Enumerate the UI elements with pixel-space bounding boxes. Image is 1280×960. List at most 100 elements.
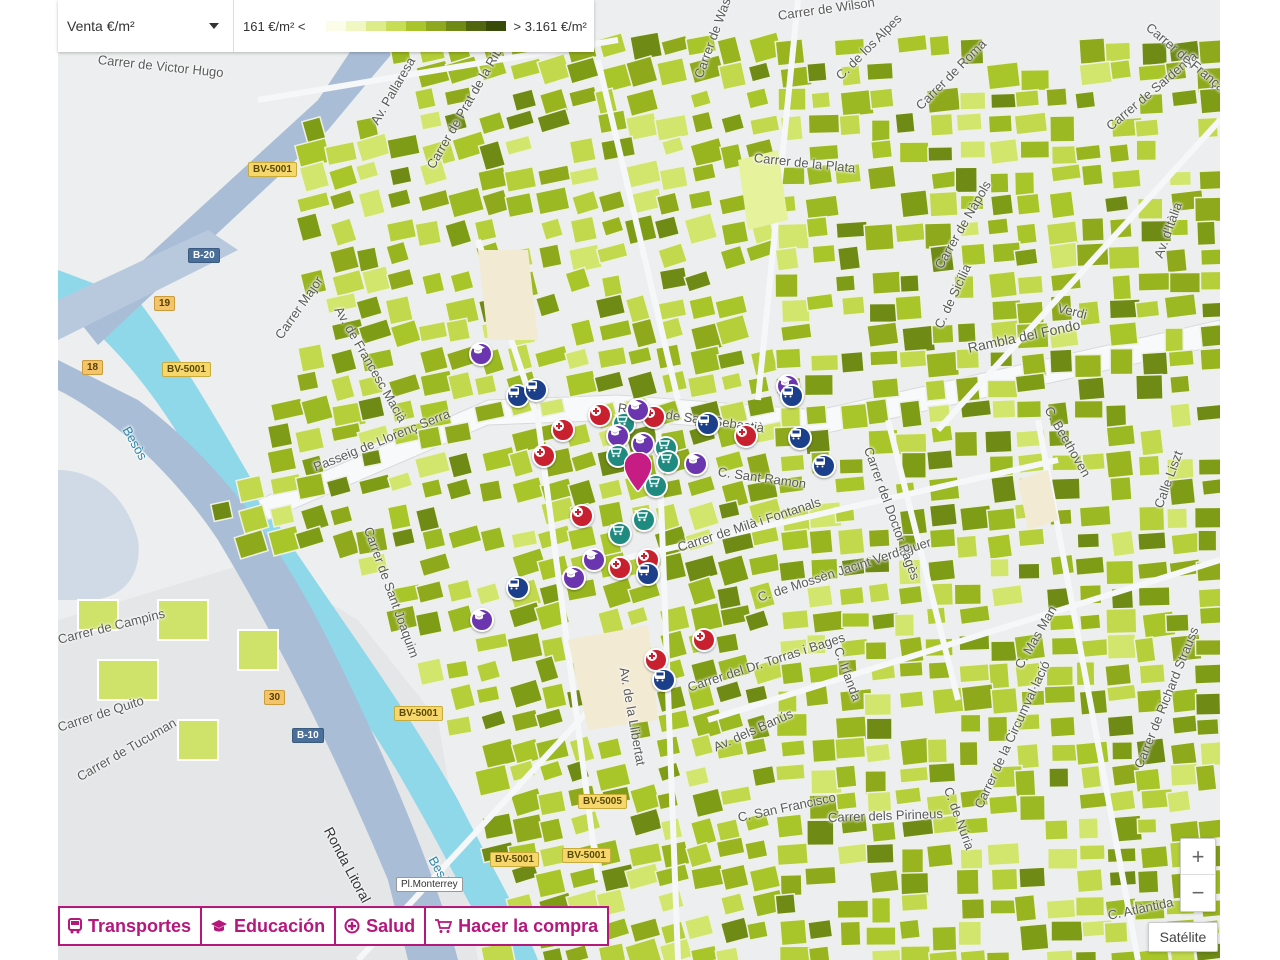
urban-block	[989, 557, 1010, 578]
urban-block	[925, 448, 955, 472]
bus-stop-icon[interactable]	[636, 562, 660, 586]
urban-block	[779, 738, 807, 759]
urban-block	[1105, 683, 1138, 703]
urban-block	[1049, 162, 1083, 183]
urban-block	[985, 506, 1018, 533]
health-center-icon[interactable]	[570, 504, 594, 528]
urban-block	[836, 526, 866, 557]
urban-block	[1197, 529, 1218, 552]
scale-swatch	[365, 21, 386, 31]
urban-block	[868, 302, 899, 324]
school-icon[interactable]	[626, 398, 650, 422]
bus-icon	[68, 918, 82, 934]
urban-block	[927, 761, 957, 784]
urban-block	[1168, 374, 1191, 395]
bus-stop-icon[interactable]	[788, 426, 812, 450]
urban-block	[1134, 373, 1164, 401]
urban-block	[1050, 920, 1084, 942]
urban-block	[266, 421, 294, 450]
urban-block	[931, 925, 958, 952]
road-shield: BV-5001	[490, 852, 539, 867]
transportes-button[interactable]: Transportes	[58, 906, 203, 946]
shop-icon[interactable]	[608, 522, 632, 546]
shop-icon[interactable]	[632, 508, 656, 532]
health-center-icon[interactable]	[608, 556, 632, 580]
school-icon[interactable]	[582, 548, 606, 572]
health-center-icon[interactable]	[532, 444, 556, 468]
health-center-icon[interactable]	[551, 418, 575, 442]
urban-block	[1076, 376, 1107, 402]
bus-stop-icon[interactable]	[506, 576, 530, 600]
urban-block	[568, 136, 598, 165]
urban-block	[235, 474, 266, 504]
urban-block	[743, 838, 769, 862]
bus-stop-icon[interactable]	[812, 454, 836, 478]
urban-block	[803, 373, 835, 397]
map-canvas[interactable]: Carrer de Victor Hugo Av. Pallaresa Carr…	[58, 0, 1220, 960]
school-icon[interactable]	[684, 452, 708, 476]
urban-block	[1169, 762, 1200, 788]
school-icon[interactable]	[470, 608, 494, 632]
educacion-button[interactable]: Educación	[200, 906, 337, 946]
urban-block	[751, 764, 777, 788]
urban-block	[865, 321, 900, 349]
health-center-icon[interactable]	[588, 403, 612, 427]
school-icon[interactable]	[469, 342, 493, 366]
health-center-icon[interactable]	[692, 628, 716, 652]
urban-block	[987, 794, 1019, 816]
urban-block	[418, 109, 444, 131]
satellite-button[interactable]: Satélite	[1148, 922, 1218, 952]
urban-block	[1198, 169, 1220, 191]
health-center-icon[interactable]	[734, 424, 758, 448]
urban-block	[1014, 88, 1041, 109]
urban-block	[1103, 194, 1130, 214]
urban-block	[1078, 613, 1102, 632]
urban-block	[1078, 504, 1112, 528]
urban-block	[386, 502, 413, 532]
urban-block	[1171, 713, 1199, 736]
urban-block	[1138, 662, 1167, 685]
urban-block	[925, 842, 955, 869]
scale-max-label: > 3.161 €/m²	[513, 18, 587, 34]
urban-block	[1104, 559, 1135, 586]
urban-block	[1074, 143, 1103, 162]
shop-icon[interactable]	[656, 450, 680, 474]
urban-block	[867, 581, 891, 604]
urban-block	[924, 378, 947, 402]
urban-block	[989, 192, 1015, 217]
zoom-in-button[interactable]: +	[1181, 839, 1215, 875]
bus-stop-icon[interactable]	[524, 378, 548, 402]
bus-stop-icon[interactable]	[780, 384, 804, 408]
urban-block	[269, 503, 296, 528]
hacer-la-compra-label: Hacer la compra	[458, 915, 599, 936]
urban-block	[957, 920, 983, 947]
urban-block	[1016, 274, 1045, 296]
urban-block	[836, 899, 870, 920]
urban-block	[898, 141, 930, 164]
urban-block	[1110, 273, 1133, 302]
urban-block	[809, 353, 840, 373]
urban-block	[511, 812, 546, 845]
urban-block	[293, 425, 326, 455]
urban-block	[448, 682, 477, 712]
urban-block	[898, 765, 930, 784]
urban-block	[540, 682, 568, 711]
urban-block	[1198, 605, 1220, 626]
scale-min-label: 161 €/m² <	[243, 18, 306, 34]
zoom-out-button[interactable]: −	[1181, 875, 1215, 911]
urban-block	[1165, 507, 1189, 530]
school-icon[interactable]	[562, 566, 586, 590]
urban-block	[717, 60, 748, 91]
bus-stop-icon[interactable]	[696, 412, 720, 436]
price-mode-label: Venta €/m²	[67, 18, 135, 34]
urban-block	[953, 583, 983, 606]
bus-stop-icon[interactable]	[652, 668, 676, 692]
salud-button[interactable]: Salud	[334, 906, 427, 946]
location-pin-icon[interactable]	[624, 452, 652, 492]
urban-block	[689, 733, 715, 759]
hacer-la-compra-button[interactable]: Hacer la compra	[424, 906, 610, 946]
urban-block	[356, 394, 386, 422]
price-mode-select[interactable]: Venta €/m²	[58, 0, 234, 52]
urban-block	[1137, 505, 1166, 533]
urban-block	[901, 324, 937, 355]
